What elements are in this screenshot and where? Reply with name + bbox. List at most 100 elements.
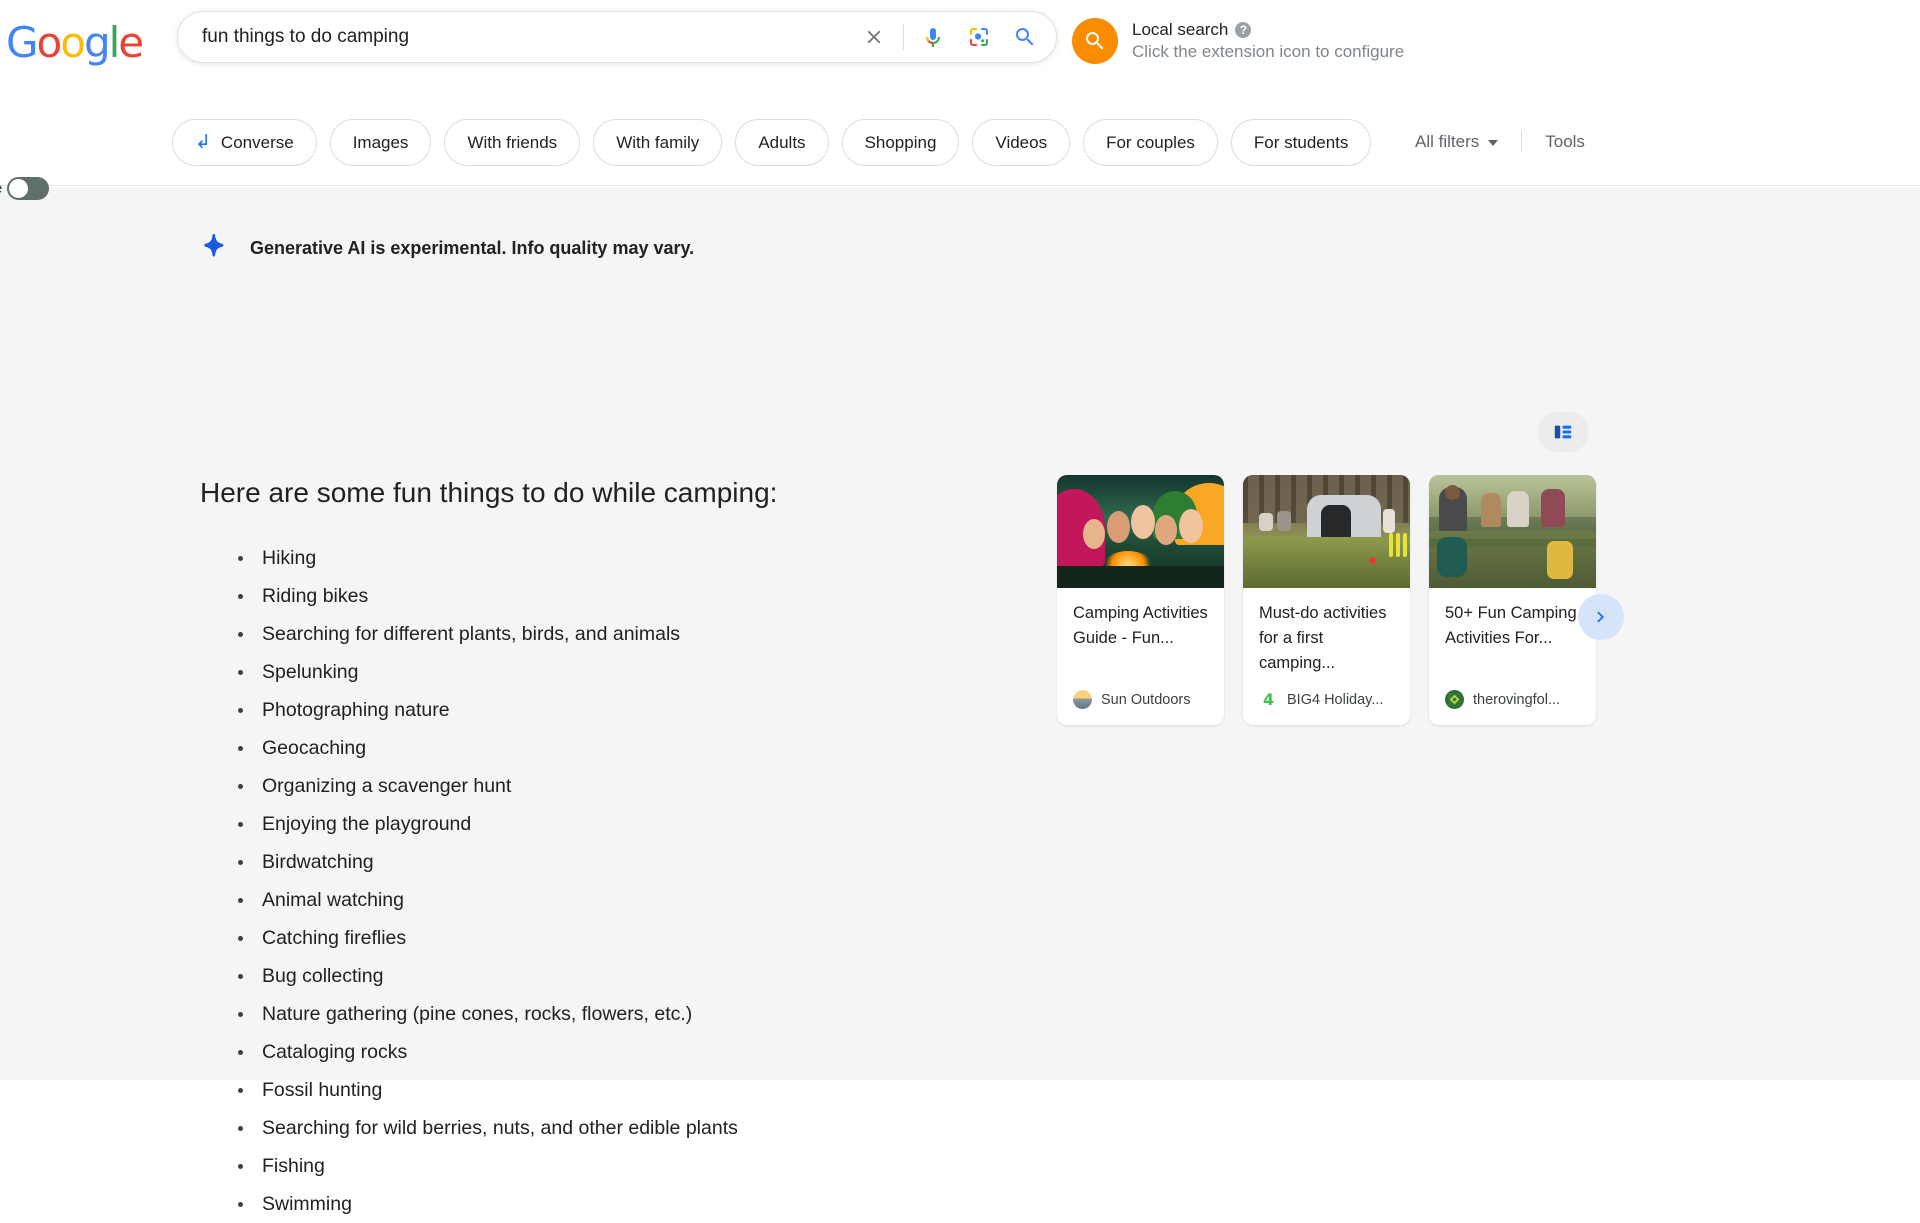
extension-text: Local search ? Click the extension icon …: [1132, 20, 1404, 62]
source-card[interactable]: Must-do activities for a first camping..…: [1243, 475, 1410, 725]
search-icon: [1086, 32, 1104, 50]
extension-badge[interactable]: Local search ? Click the extension icon …: [1072, 18, 1404, 64]
chip-shopping[interactable]: Shopping: [841, 119, 960, 166]
list-item: Enjoying the playground: [230, 805, 738, 843]
list-item: Birdwatching: [230, 843, 738, 881]
voice-search-button[interactable]: [910, 14, 956, 60]
list-item: Searching for wild berries, nuts, and ot…: [230, 1109, 738, 1147]
ai-disclaimer-text: Generative AI is experimental. Info qual…: [250, 237, 695, 258]
toggle-knob: [9, 179, 29, 198]
logo-letter: G: [6, 18, 39, 67]
source-card[interactable]: Camping Activities Guide - Fun... Sun Ou…: [1057, 475, 1224, 725]
list-item: Fossil hunting: [230, 1071, 738, 1109]
list-item: Riding bikes: [230, 577, 738, 615]
card-body: Camping Activities Guide - Fun...: [1057, 588, 1224, 676]
all-filters-label: All filters: [1415, 132, 1480, 151]
card-thumbnail: [1057, 475, 1224, 588]
ai-disclaimer: Generative AI is experimental. Info qual…: [200, 233, 694, 263]
list-item: Spelunking: [230, 653, 738, 691]
list-item: Geocaching: [230, 729, 738, 767]
logo-letter: l: [108, 18, 121, 67]
tools-button[interactable]: Tools: [1522, 132, 1585, 152]
left-edge-toggle[interactable]: e: [0, 177, 50, 200]
chip-for-students[interactable]: For students: [1230, 119, 1372, 166]
chip-label: With friends: [467, 132, 558, 152]
chip-label: Videos: [995, 132, 1048, 152]
card-source-name: Sun Outdoors: [1101, 691, 1191, 708]
chip-label: For students: [1253, 132, 1349, 152]
extension-subtitle: Click the extension icon to configure: [1132, 42, 1405, 61]
chevron-right-icon: [1597, 611, 1605, 623]
list-item: Nature gathering (pine cones, rocks, flo…: [230, 995, 738, 1033]
next-cards-button[interactable]: [1578, 594, 1624, 640]
filter-chips: ↲ Converse Images With friends With fami…: [172, 119, 1372, 166]
card-source: therovingfol...: [1429, 676, 1596, 725]
clear-search-button[interactable]: [851, 14, 897, 60]
logo-letter: o: [60, 18, 86, 67]
logo-letter: o: [36, 18, 63, 67]
chip-label: For couples: [1106, 132, 1195, 152]
favicon-big4: 4: [1259, 690, 1278, 709]
toggle-switch[interactable]: [7, 177, 50, 200]
chip-adults[interactable]: Adults: [735, 119, 829, 166]
chevron-down-icon: [1488, 140, 1499, 146]
lens-search-button[interactable]: [956, 14, 1002, 60]
list-item: Fishing: [230, 1147, 738, 1185]
card-source: Sun Outdoors: [1057, 676, 1224, 725]
search-tools: All filters Tools: [1415, 131, 1585, 153]
extension-title-row: Local search ?: [1132, 20, 1404, 40]
search-divider: [903, 24, 904, 50]
card-source-name: BIG4 Holiday...: [1287, 691, 1384, 708]
source-card[interactable]: 50+ Fun Camping Activities For... therov…: [1429, 475, 1596, 725]
card-title: Camping Activities Guide - Fun...: [1073, 604, 1208, 647]
logo-letter: e: [118, 18, 144, 67]
card-body: Must-do activities for a first camping..…: [1243, 588, 1410, 676]
list-item: Searching for different plants, birds, a…: [230, 615, 738, 653]
list-item: Bug collecting: [230, 957, 738, 995]
chip-for-couples[interactable]: For couples: [1083, 119, 1218, 166]
list-item: Photographing nature: [230, 691, 738, 729]
card-title: 50+ Fun Camping Activities For...: [1445, 604, 1577, 647]
diamond-logo-icon: [1448, 693, 1461, 706]
card-source: 4 BIG4 Holiday...: [1243, 676, 1410, 725]
google-logo[interactable]: Google: [6, 18, 144, 67]
chip-label: Shopping: [864, 132, 937, 152]
list-item: Cataloging rocks: [230, 1033, 738, 1071]
sparkle-icon: [204, 233, 224, 257]
chip-label: Adults: [758, 132, 806, 152]
list-item: Animal watching: [230, 881, 738, 919]
page-header: Google fun things to do camping Local se…: [0, 0, 1920, 186]
chip-images[interactable]: Images: [329, 119, 432, 166]
list-item: Swimming: [230, 1185, 738, 1223]
google-lens-icon: [969, 27, 989, 47]
search-icon: [1016, 28, 1034, 46]
layout-list-icon: [1554, 425, 1572, 439]
help-icon[interactable]: ?: [1235, 22, 1252, 38]
chip-with-friends[interactable]: With friends: [444, 119, 581, 166]
layout-toggle-button[interactable]: [1537, 412, 1589, 452]
list-item: Organizing a scavenger hunt: [230, 767, 738, 805]
chip-with-family[interactable]: With family: [593, 119, 723, 166]
ai-answer-list: Hiking Riding bikes Searching for differ…: [230, 539, 738, 1223]
chip-label: Images: [352, 132, 409, 152]
all-filters-button[interactable]: All filters: [1415, 132, 1521, 152]
chip-label: With family: [616, 132, 700, 152]
card-source-name: therovingfol...: [1473, 691, 1561, 708]
arrow-turn-icon: ↲: [195, 132, 211, 153]
chip-converse[interactable]: ↲ Converse: [172, 119, 317, 166]
search-input[interactable]: [178, 26, 851, 48]
chip-videos[interactable]: Videos: [972, 119, 1071, 166]
search-submit-button[interactable]: [1002, 14, 1048, 60]
logo-letter: g: [83, 18, 111, 67]
extension-title: Local search: [1132, 20, 1229, 39]
search-bar[interactable]: [177, 11, 1057, 63]
source-cards: Camping Activities Guide - Fun... Sun Ou…: [1057, 475, 1596, 725]
favicon-therovingfoley: [1445, 690, 1464, 709]
close-icon: [867, 30, 881, 44]
svg-text:4: 4: [1263, 690, 1274, 709]
card-title: Must-do activities for a first camping..…: [1259, 604, 1387, 672]
microphone-icon: [926, 28, 940, 47]
extension-icon-circle: [1072, 18, 1118, 64]
ai-answer-heading: Here are some fun things to do while cam…: [200, 477, 778, 508]
big4-logo-icon: 4: [1263, 690, 1274, 709]
